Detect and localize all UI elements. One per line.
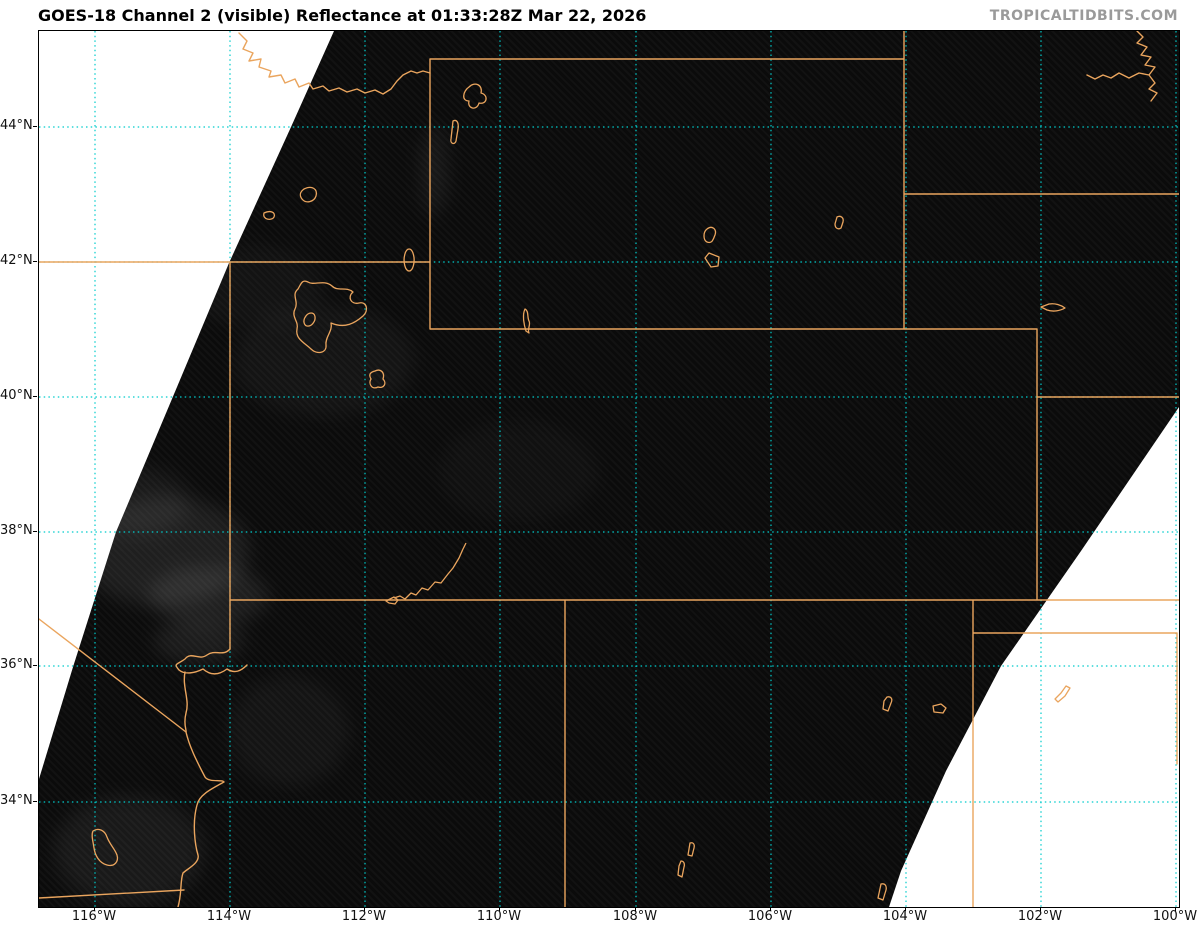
lake-mcconaughy-outline xyxy=(1040,303,1066,312)
x-axis-tick-mark xyxy=(635,907,636,911)
brantley-lake-outline xyxy=(877,883,887,901)
conchas-lake-outline xyxy=(882,696,893,712)
american-falls-reservoir-outline xyxy=(263,186,318,220)
x-axis-tick-mark xyxy=(1175,907,1176,911)
scan-edge-no-data-regions xyxy=(39,31,1179,907)
x-axis-tick-label: 106°W xyxy=(747,909,793,924)
ute-reservoir-outline xyxy=(932,703,947,714)
seminoe-pathfinder-reservoir-outlines xyxy=(703,226,720,268)
jackson-lake-outline xyxy=(450,119,459,145)
y-axis-tick-label: 44°N xyxy=(0,118,33,133)
x-axis-tick-label: 112°W xyxy=(341,909,387,924)
elephant-butte-caballo-outlines xyxy=(677,842,695,878)
map-overlay-svg xyxy=(39,31,1179,907)
bear-lake-outline xyxy=(403,248,415,272)
x-axis-tick-label: 114°W xyxy=(206,909,252,924)
y-axis-tick-mark xyxy=(33,126,37,127)
x-axis-tick-label: 108°W xyxy=(612,909,658,924)
y-axis-tick-mark xyxy=(33,261,37,262)
site-watermark: TROPICALTIDBITS.COM xyxy=(989,8,1178,24)
no-data-wedge-southeast xyxy=(889,407,1179,907)
x-axis-tick-mark xyxy=(1040,907,1041,911)
yellowstone-lake-outline xyxy=(463,83,487,109)
lake-powell-outline xyxy=(385,542,467,605)
x-axis-tick-label: 102°W xyxy=(1017,909,1063,924)
x-axis-tick-mark xyxy=(364,907,365,911)
y-axis-tick-label: 34°N xyxy=(0,793,33,808)
figure-title: GOES-18 Channel 2 (visible) Reflectance … xyxy=(38,6,647,25)
satellite-image-figure: GOES-18 Channel 2 (visible) Reflectance … xyxy=(0,0,1200,929)
y-axis-tick-mark xyxy=(33,801,37,802)
y-axis-tick-label: 42°N xyxy=(0,253,33,268)
x-axis-tick-label: 100°W xyxy=(1152,909,1198,924)
y-axis-tick-mark xyxy=(33,665,37,666)
x-axis-tick-mark xyxy=(229,907,230,911)
glendo-reservoir-outline xyxy=(834,215,844,230)
y-axis-tick-mark xyxy=(33,396,37,397)
x-axis-tick-label: 116°W xyxy=(71,909,117,924)
x-axis-tick-label: 104°W xyxy=(882,909,928,924)
y-axis-tick-label: 36°N xyxy=(0,657,33,672)
satellite-map-canvas xyxy=(38,30,1180,908)
missouri-river-meander xyxy=(1086,31,1158,102)
y-axis-tick-label: 38°N xyxy=(0,523,33,538)
x-axis-tick-label: 110°W xyxy=(476,909,522,924)
y-axis-tick-mark xyxy=(33,531,37,532)
x-axis-tick-mark xyxy=(905,907,906,911)
y-axis-tick-label: 40°N xyxy=(0,388,33,403)
x-axis-tick-mark xyxy=(94,907,95,911)
x-axis-tick-mark xyxy=(770,907,771,911)
x-axis-tick-mark xyxy=(499,907,500,911)
